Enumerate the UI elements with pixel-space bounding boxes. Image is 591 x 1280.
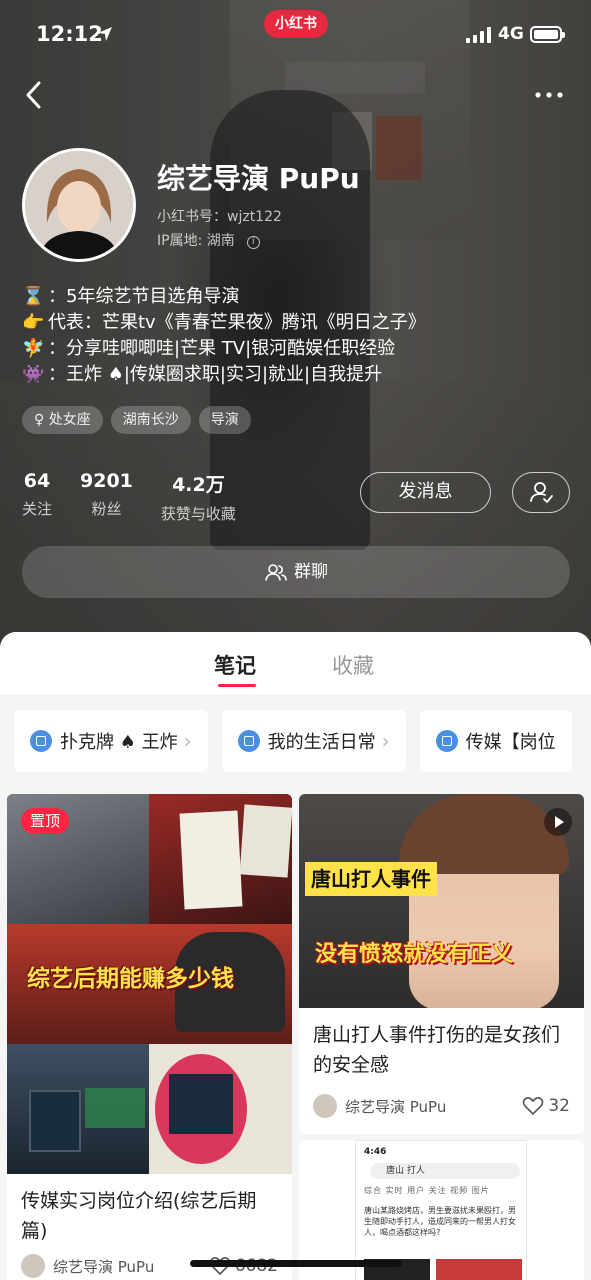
tag-occupation: 导演 <box>198 406 251 434</box>
screenshot-time: 4:46 <box>364 1147 387 1157</box>
author-avatar <box>313 1094 337 1118</box>
tab-notes[interactable]: 笔记 <box>214 650 256 687</box>
cover-monitor <box>85 1088 145 1128</box>
collection-label: 扑克牌 ♠ 王炸 <box>60 732 178 753</box>
content-tabs: 笔记 收藏 <box>0 632 591 696</box>
signal-icon <box>466 27 491 43</box>
tag-location: 湖南长沙 <box>110 406 191 434</box>
profile-ip-location: IP属地: 湖南 i <box>157 230 260 250</box>
pinned-badge: 置顶 <box>21 808 70 834</box>
author-name: 综艺导演 PuPu <box>345 1097 447 1116</box>
cover-headline: 唐山打人事件 <box>305 862 437 896</box>
group-chat-label: 群聊 <box>294 562 328 582</box>
user-check-icon <box>530 482 553 503</box>
collection-item[interactable]: 扑克牌 ♠ 王炸 › <box>14 710 208 772</box>
video-play-icon <box>544 808 572 836</box>
bio-line: ⌛ ：5年综艺节目选角导演 <box>22 284 426 310</box>
fairy-icon: 🧚 <box>22 338 45 359</box>
cover-monitor <box>29 1090 81 1152</box>
bio-text: 代表：芒果tv《青春芒果夜》腾讯《明日之子》 <box>48 312 426 333</box>
like-count: 32 <box>548 1096 570 1116</box>
hourglass-icon: ⌛ <box>22 286 45 307</box>
profile-id: 小红书号：wjzt122 <box>157 209 282 225</box>
author-name: 综艺导演 PuPu <box>53 1257 155 1276</box>
battery-icon <box>530 26 565 43</box>
collection-icon <box>435 730 458 752</box>
followed-button[interactable] <box>512 472 570 513</box>
stat-following[interactable]: 64 关注 <box>22 470 52 524</box>
chevron-right-icon: › <box>381 729 390 753</box>
note-card[interactable]: 4:46 唐山 打人 综合 实时 用户 关注 视频 图片 唐山某路烧烤店，男生要… <box>299 1140 584 1280</box>
profile-stats: 64 关注 9201 粉丝 4.2万 获赞与收藏 <box>22 470 236 524</box>
bio-text: ：5年综艺节目选角导演 <box>48 286 240 307</box>
status-time: 12:12 <box>36 22 103 46</box>
app-badge: 小红书 <box>264 10 328 38</box>
stat-value: 9201 <box>80 470 133 492</box>
like-button[interactable]: 32 <box>522 1096 570 1116</box>
content-sheet: 笔记 收藏 扑克牌 ♠ 王炸 › 我的生活日常 › 传媒【岗位 综艺后期能赚多少… <box>0 632 591 1280</box>
screenshot-search: 唐山 打人 <box>370 1163 520 1179</box>
screenshot-image <box>436 1259 522 1280</box>
location-arrow-icon <box>98 27 112 41</box>
group-icon <box>265 564 287 581</box>
network-label: 4G <box>498 24 524 44</box>
cover-paper <box>239 804 292 878</box>
profile-bio: ⌛ ：5年综艺节目选角导演 👉 代表：芒果tv《青春芒果夜》腾讯《明日之子》 🧚 ：分… <box>22 284 426 388</box>
note-card[interactable]: 唐山打人事件 没有愤怒就没有正义 唐山打人事件打伤的是女孩们的安全感 综艺导演 … <box>299 794 584 1134</box>
collection-list: 扑克牌 ♠ 王炸 › 我的生活日常 › 传媒【岗位 <box>14 710 572 772</box>
stat-value: 64 <box>23 470 51 492</box>
note-card[interactable]: 综艺后期能赚多少钱 置顶 传媒实习岗位介绍(综艺后期篇) 综艺导演 PuPu 6… <box>7 794 292 1280</box>
note-title: 唐山打人事件打伤的是女孩们的安全感 <box>313 1024 561 1076</box>
collection-icon <box>30 730 52 752</box>
cover-caption: 没有愤怒就没有正义 <box>315 942 514 967</box>
note-cover: 唐山打人事件 没有愤怒就没有正义 <box>299 794 584 1008</box>
bio-line: 🧚 ：分享哇唧唧哇|芒果 TV|银河酷娱任职经验 <box>22 336 426 362</box>
back-icon[interactable] <box>20 78 50 112</box>
pointing-hand-icon: 👉 <box>22 312 45 333</box>
alien-monster-icon: 👾 <box>22 364 45 385</box>
bio-line: 👉 代表：芒果tv《青春芒果夜》腾讯《明日之子》 <box>22 310 426 336</box>
collection-label: 传媒【岗位 <box>465 732 556 753</box>
stat-label: 关注 <box>22 500 53 518</box>
stat-value: 4.2万 <box>172 474 225 496</box>
stat-label: 获赞与收藏 <box>160 505 236 523</box>
profile-header: 12:12 小红书 4G 综艺导演 PuPu 小红书号：wjzt122 IP属地… <box>0 0 591 650</box>
author-avatar <box>21 1254 45 1278</box>
profile-ip-text: IP属地: 湖南 <box>157 233 235 249</box>
profile-nickname: 综艺导演 PuPu <box>157 162 360 195</box>
cover-logo-shape <box>169 1074 233 1134</box>
info-icon[interactable]: i <box>246 236 260 249</box>
profile-tags: ♀ 处女座 湖南长沙 导演 <box>22 406 251 434</box>
avatar[interactable] <box>22 148 136 262</box>
cover-paper <box>179 810 243 910</box>
note-footer: 综艺导演 PuPu 32 <box>313 1094 570 1118</box>
heart-icon <box>523 1097 544 1116</box>
collection-label: 我的生活日常 <box>267 732 376 753</box>
note-cover-screenshot: 4:46 唐山 打人 综合 实时 用户 关注 视频 图片 唐山某路烧烤店，男生要… <box>355 1140 527 1280</box>
chevron-right-icon: › <box>183 729 192 753</box>
bio-line: 👾 ：王炸 ♠|传媒圈求职|实习|就业|自我提升 <box>22 362 426 388</box>
collection-icon <box>237 730 260 752</box>
send-message-button[interactable]: 发消息 <box>360 472 491 513</box>
collection-item[interactable]: 我的生活日常 › <box>221 710 406 772</box>
bio-text: ：分享哇唧唧哇|芒果 TV|银河酷娱任职经验 <box>48 338 396 359</box>
screenshot-tabs: 综合 实时 用户 关注 视频 图片 <box>364 1186 490 1195</box>
tag-zodiac: ♀ 处女座 <box>22 406 103 434</box>
note-cover: 综艺后期能赚多少钱 置顶 <box>7 794 292 1174</box>
screenshot-text: 唐山某路烧烤店，男生要滋扰未果殴打，男生随即动手打人，造成同来的一帮男人打女人，… <box>364 1206 516 1237</box>
home-indicator[interactable] <box>190 1260 402 1267</box>
collection-item[interactable]: 传媒【岗位 <box>419 710 572 772</box>
more-icon[interactable] <box>532 80 566 110</box>
stat-followers[interactable]: 9201 粉丝 <box>80 470 133 524</box>
bio-text: ：王炸 ♠|传媒圈求职|实习|就业|自我提升 <box>48 364 383 385</box>
cover-headline: 综艺后期能赚多少钱 <box>27 966 234 992</box>
group-chat-button[interactable]: 群聊 <box>22 546 570 598</box>
note-title: 传媒实习岗位介绍(综艺后期篇) <box>21 1190 257 1242</box>
stat-likes-favorites[interactable]: 4.2万 获赞与收藏 <box>161 470 236 524</box>
tab-favorites[interactable]: 收藏 <box>332 650 374 680</box>
stat-label: 粉丝 <box>91 500 122 518</box>
